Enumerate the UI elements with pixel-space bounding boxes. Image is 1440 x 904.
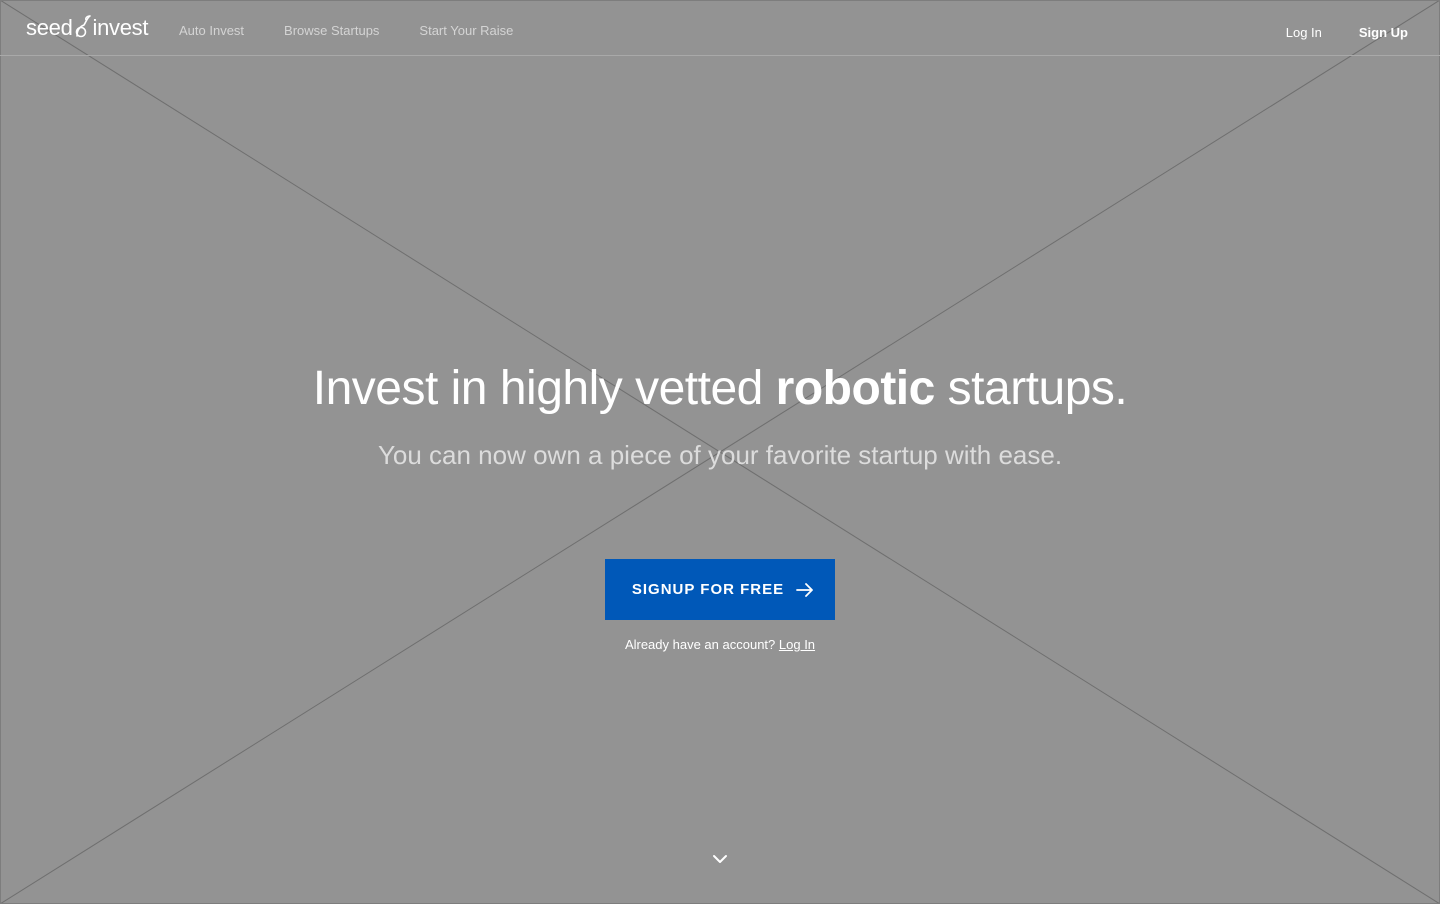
hero-title-before: Invest in highly vetted: [312, 362, 776, 415]
hero-subtitle: You can now own a piece of your favorite…: [377, 440, 1063, 470]
signup-for-free-button[interactable]: SIGNUP FOR FREE: [605, 559, 835, 620]
main-nav: Auto Invest Browse Startups Start Your R…: [179, 22, 513, 40]
header-login-link[interactable]: Log In: [1286, 24, 1322, 42]
auth-links: Log In Sign Up: [1286, 24, 1408, 42]
seedinvest-logo[interactable]: seed invest: [26, 12, 148, 44]
hero-title-after: startups.: [934, 362, 1128, 415]
hero-login-link[interactable]: Log In: [779, 637, 815, 652]
arrow-right-icon: [796, 582, 814, 597]
cta-label: SIGNUP FOR FREE: [631, 581, 785, 598]
hero-title-emphasis: robotic: [775, 362, 936, 415]
already-have-account: Already have an account? Log In: [0, 636, 1440, 654]
nav-auto-invest[interactable]: Auto Invest: [179, 22, 244, 40]
logo-text-right: invest: [92, 15, 149, 40]
header-signup-link[interactable]: Sign Up: [1359, 24, 1408, 42]
chevron-down-icon[interactable]: [711, 853, 729, 865]
logo-text-left: seed: [26, 15, 73, 40]
already-text: Already have an account?: [624, 637, 776, 652]
nav-browse-startups[interactable]: Browse Startups: [284, 22, 379, 40]
nav-start-your-raise[interactable]: Start Your Raise: [419, 22, 513, 40]
hero-title: Invest in highly vetted robotic startups…: [0, 360, 1440, 418]
site-header: seed invest Auto Invest Browse Startups …: [0, 0, 1440, 56]
seed-sprout-icon: [75, 15, 91, 38]
